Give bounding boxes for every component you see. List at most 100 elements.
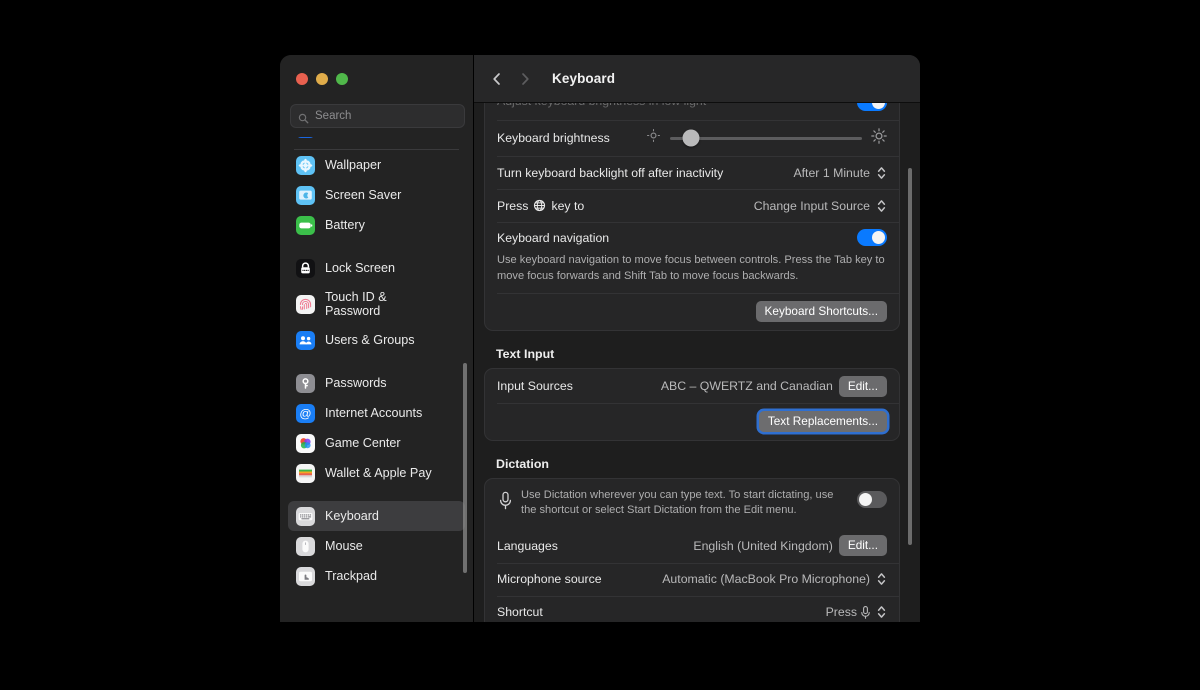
chevron-updown-icon[interactable]: [876, 604, 887, 621]
sidebar-item-passwords[interactable]: Passwords: [288, 368, 465, 398]
zoom-button[interactable]: [336, 73, 348, 85]
keyboard-icon: [296, 506, 315, 526]
sidebar-item-label: Lock Screen: [325, 260, 396, 275]
trackpad-icon: [296, 566, 315, 586]
row-label-suffix: key to: [551, 198, 585, 213]
sidebar-item-label: Mouse: [325, 538, 363, 553]
sidebar-list: Wallpaper Screen Saver Battery Lock Scre…: [280, 137, 473, 591]
sidebar-item-touch-id-password[interactable]: Touch ID & Password: [288, 283, 465, 325]
row-label: Turn keyboard backlight off after inacti…: [497, 165, 724, 180]
row-shortcut[interactable]: Shortcut Press: [485, 595, 899, 622]
displays-icon: [296, 137, 315, 138]
chevron-updown-icon[interactable]: [876, 197, 887, 214]
sidebar-item-label: Trackpad: [325, 568, 378, 583]
search-container: [290, 104, 465, 128]
sidebar-item-game-center[interactable]: Game Center: [288, 428, 465, 458]
row-label: Keyboard navigation: [497, 230, 610, 245]
forward-button[interactable]: [512, 66, 538, 92]
dictation-toggle[interactable]: [857, 491, 887, 509]
brightness-high-icon: [871, 127, 887, 149]
sidebar-item-trackpad[interactable]: Trackpad: [288, 561, 465, 591]
sidebar-item-users-groups[interactable]: Users & Groups: [288, 325, 465, 355]
sidebar-item-screen-saver[interactable]: Screen Saver: [288, 180, 465, 210]
sidebar-item-battery[interactable]: Battery: [288, 210, 465, 240]
settings-content: Adjust keyboard brightness in low light …: [474, 103, 920, 622]
text-replacements-row: Text Replacements...: [485, 403, 899, 440]
text-replacements-button[interactable]: Text Replacements...: [758, 411, 887, 433]
search-input[interactable]: [315, 110, 457, 122]
keyboard-navigation-header: Keyboard navigation: [497, 229, 887, 246]
sidebar-item-label: Internet Accounts: [325, 405, 423, 420]
svg-text:@: @: [299, 406, 311, 420]
row-keyboard-navigation: Keyboard navigation: [485, 222, 899, 255]
touch-id-icon: [296, 294, 315, 314]
window-controls: [296, 73, 348, 85]
dictation-description-row: Use Dictation wherever you can type text…: [485, 479, 899, 529]
slider-track[interactable]: [669, 129, 862, 147]
sidebar-item-label: Battery: [325, 217, 365, 232]
row-label: Languages: [497, 538, 558, 553]
keyboard-shortcuts-row: Keyboard Shortcuts...: [485, 293, 899, 330]
row-adjust-brightness-low-light[interactable]: Adjust keyboard brightness in low light: [485, 103, 899, 120]
minimize-button[interactable]: [316, 73, 328, 85]
passwords-icon: [296, 373, 315, 393]
keyboard-shortcuts-button[interactable]: Keyboard Shortcuts...: [755, 301, 887, 323]
page-title: Keyboard: [552, 71, 616, 86]
game-center-icon: [296, 433, 315, 453]
sidebar-item-clipped[interactable]: [288, 137, 465, 143]
dictation-card: Use Dictation wherever you can type text…: [484, 478, 900, 622]
languages-value: English (United Kingdom): [693, 538, 833, 553]
sidebar-scroll-area[interactable]: Wallpaper Screen Saver Battery Lock Scre…: [280, 137, 473, 622]
sidebar-item-wallpaper[interactable]: Wallpaper: [288, 150, 465, 180]
row-label: Microphone source: [497, 572, 602, 587]
sidebar-item-mouse[interactable]: Mouse: [288, 531, 465, 561]
row-label: Keyboard brightness: [497, 131, 610, 145]
system-settings-window: Wallpaper Screen Saver: [280, 55, 920, 622]
title-bar: Keyboard: [474, 55, 920, 103]
keyboard-navigation-toggle[interactable]: [857, 229, 887, 246]
search-icon: [298, 111, 309, 123]
languages-edit-button[interactable]: Edit...: [838, 535, 887, 557]
sidebar-item-label: Touch ID & Password: [325, 289, 387, 318]
sidebar-item-lock-screen[interactable]: Lock Screen: [288, 253, 465, 283]
back-button[interactable]: [484, 66, 510, 92]
battery-icon: [296, 215, 315, 235]
lock-screen-icon: [296, 258, 315, 278]
search-box[interactable]: [290, 104, 465, 128]
screen: Wallpaper Screen Saver: [0, 0, 1200, 690]
screen-saver-icon: [296, 185, 315, 205]
row-keyboard-brightness: Keyboard brightness: [485, 120, 899, 156]
slider-knob[interactable]: [682, 129, 700, 147]
row-backlight-off-inactivity[interactable]: Turn keyboard backlight off after inacti…: [485, 156, 899, 189]
sidebar-scrollbar[interactable]: [463, 363, 467, 573]
internet-accounts-icon: @: [296, 403, 315, 423]
sidebar-item-internet-accounts[interactable]: @ Internet Accounts: [288, 398, 465, 428]
keyboard-brightness-slider[interactable]: [646, 127, 887, 149]
microphone-small-icon: [860, 605, 871, 620]
sidebar-item-wallet-apple-pay[interactable]: Wallet & Apple Pay: [288, 458, 465, 488]
keyboard-card: Adjust keyboard brightness in low light …: [484, 103, 900, 332]
dictation-description: Use Dictation wherever you can type text…: [521, 489, 834, 517]
globe-key-value: Change Input Source: [753, 198, 870, 213]
shortcut-value: Press: [825, 605, 857, 620]
sidebar-item-keyboard[interactable]: Keyboard: [288, 501, 465, 531]
chevron-updown-icon[interactable]: [876, 571, 887, 588]
row-label: Shortcut: [497, 605, 543, 620]
microphone-icon: [497, 490, 515, 517]
input-sources-edit-button[interactable]: Edit...: [838, 375, 887, 397]
adjust-brightness-toggle[interactable]: [857, 103, 887, 111]
row-label: Input Sources: [497, 379, 573, 394]
chevron-updown-icon[interactable]: [876, 164, 887, 181]
sidebar-item-label: Users & Groups: [325, 332, 415, 347]
row-microphone-source[interactable]: Microphone source Automatic (MacBook Pro…: [485, 562, 899, 596]
close-button[interactable]: [296, 73, 308, 85]
text-input-card: Input Sources ABC – QWERTZ and Canadian …: [484, 368, 900, 442]
row-globe-key[interactable]: Press key to Change Input Source: [485, 189, 899, 222]
main-scrollbar[interactable]: [907, 168, 912, 545]
input-sources-value: ABC – QWERTZ and Canadian: [660, 379, 833, 394]
main-panel: Keyboard Adjust keyboard brightness in l…: [474, 55, 920, 622]
sidebar-item-label: Keyboard: [325, 508, 379, 523]
